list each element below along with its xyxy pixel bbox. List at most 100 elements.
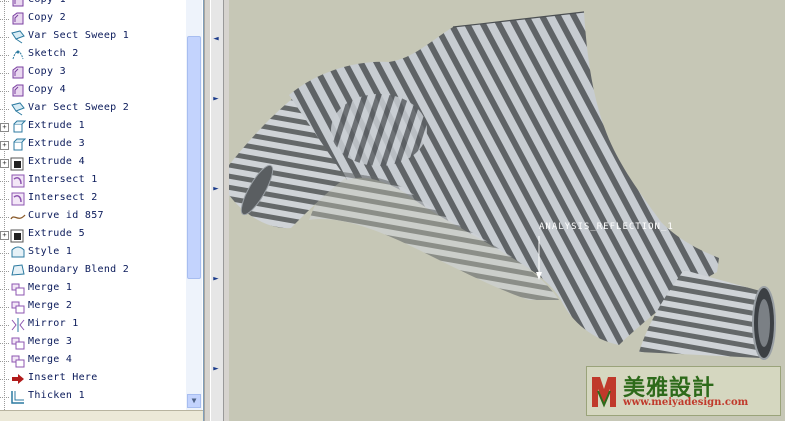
merge-icon — [11, 301, 25, 314]
tree-item-label: Merge 2 — [28, 300, 73, 311]
copy-icon — [12, 12, 24, 25]
tree-item[interactable]: Merge 4 — [0, 352, 186, 370]
tree-item-label: Curve id 857 — [28, 210, 104, 221]
tree-item[interactable]: Merge 2 — [0, 298, 186, 316]
sash-arrow-icon[interactable]: ► — [209, 362, 223, 376]
merge-icon — [11, 283, 25, 296]
expand-toggle-icon[interactable]: + — [0, 123, 9, 132]
tree-item-label: Copy 2 — [28, 12, 66, 23]
expand-toggle-icon[interactable]: + — [0, 159, 9, 168]
tree-item[interactable]: Copy 2 — [0, 10, 186, 28]
tree-connector — [0, 100, 10, 118]
tree-item-label: Extrude 4 — [28, 156, 85, 167]
tree-item[interactable]: Var Sect Sweep 1 — [0, 28, 186, 46]
tree-item-label: Copy 1 — [28, 0, 66, 5]
tree-item[interactable]: + Extrude 5 — [0, 226, 186, 244]
thicken-icon — [11, 391, 24, 404]
tree-connector — [0, 208, 10, 226]
expand-toggle-icon[interactable]: + — [0, 141, 9, 150]
tree-connector — [0, 46, 10, 64]
tree-item-label: Extrude 5 — [28, 228, 85, 239]
extrude-icon — [13, 120, 26, 133]
tree-item[interactable]: Sketch 2 — [0, 46, 186, 64]
tree-item[interactable]: Boundary Blend 2 — [0, 262, 186, 280]
tree-item[interactable]: Thicken 1 — [0, 388, 186, 406]
meiya-m-logo-icon — [592, 377, 616, 408]
tree-item[interactable]: Var Sect Sweep 2 — [0, 100, 186, 118]
tree-item-label: Extrude 3 — [28, 138, 85, 149]
panel-sash[interactable]: ◄ ► ► ► ► — [204, 0, 229, 421]
intersect-icon — [11, 192, 25, 206]
tree-connector — [0, 370, 10, 388]
reflection-analysis-label[interactable]: ANALYSIS_REFLECTION_1 — [539, 222, 674, 232]
tree-item-label: Boundary Blend 2 — [28, 264, 130, 275]
tree-item-label: Merge 1 — [28, 282, 73, 293]
tree-connector — [0, 388, 10, 406]
copy-icon — [12, 0, 24, 7]
tree-item[interactable]: Insert Here — [0, 370, 186, 388]
insert-here-arrow-icon — [12, 374, 24, 384]
tree-horizontal-scrollbar[interactable] — [0, 410, 203, 421]
tree-item[interactable]: + Extrude 4 — [0, 154, 186, 172]
tree-item[interactable]: + Extrude 3 — [0, 136, 186, 154]
tree-connector — [0, 352, 10, 370]
extrude-cut-icon — [10, 157, 24, 171]
style-icon — [11, 246, 25, 258]
graphics-viewport[interactable]: ANALYSIS_REFLECTION_1 — [229, 0, 785, 421]
tree-connector — [0, 64, 10, 82]
pipe-surface-model[interactable] — [229, 0, 785, 421]
tree-connector — [0, 190, 10, 208]
tree-item-label: Merge 4 — [28, 354, 73, 365]
tree-connector — [0, 244, 10, 262]
sash-arrow-icon[interactable]: ► — [209, 182, 223, 196]
tree-item[interactable]: Curve id 857 — [0, 208, 186, 226]
tree-item-label: Insert Here — [28, 372, 98, 383]
boundary-blend-icon — [11, 264, 25, 276]
scroll-down-button[interactable]: ▼ — [187, 394, 201, 408]
tree-item[interactable]: + Extrude 1 — [0, 118, 186, 136]
tree-item[interactable]: Copy 1 — [0, 0, 186, 10]
tree-item-label: Merge 3 — [28, 336, 73, 347]
expand-toggle-icon[interactable]: + — [0, 231, 9, 240]
watermark-logo: 美雅設計 www.meiyadesign.com — [586, 366, 781, 416]
curve-icon — [10, 214, 26, 220]
extrude-cut-icon — [10, 229, 24, 243]
tree-item[interactable]: Merge 3 — [0, 334, 186, 352]
model-tree-list: Copy 1 Copy 2 Var Sect Sweep 1 Sketch 2 Copy… — [0, 0, 186, 406]
tree-item[interactable]: Intersect 1 — [0, 172, 186, 190]
tree-connector — [0, 10, 10, 28]
tree-item[interactable]: Copy 4 — [0, 82, 186, 100]
tree-connector — [0, 334, 10, 352]
tree-item-label: Copy 3 — [28, 66, 66, 77]
tree-connector — [0, 0, 10, 10]
mirror-icon — [11, 318, 25, 332]
tree-item[interactable]: Mirror 1 — [0, 316, 186, 334]
tree-item-label: Extrude 1 — [28, 120, 85, 131]
tree-item-label: Var Sect Sweep 2 — [28, 102, 130, 113]
tree-item-label: Var Sect Sweep 1 — [28, 30, 130, 41]
scrollbar-thumb[interactable] — [187, 36, 201, 279]
sweep-icon — [11, 30, 25, 44]
sash-arrow-icon[interactable]: ► — [209, 272, 223, 286]
tree-item[interactable]: Merge 1 — [0, 280, 186, 298]
sash-arrow-icon[interactable]: ◄ — [209, 32, 223, 46]
tree-item[interactable]: Style 1 — [0, 244, 186, 262]
merge-icon — [11, 355, 25, 368]
tree-connector — [0, 262, 10, 280]
sweep-icon — [11, 102, 25, 116]
watermark-url: www.meiyadesign.com — [623, 397, 749, 408]
tree-vertical-scrollbar[interactable]: ▼ — [186, 0, 202, 410]
sash-strip[interactable] — [210, 0, 224, 421]
swirl-reflection-region — [331, 94, 427, 166]
tree-item[interactable]: Intersect 2 — [0, 190, 186, 208]
extrude-icon — [13, 138, 26, 151]
sash-arrow-icon[interactable]: ► — [209, 92, 223, 106]
model-tree-panel: Copy 1 Copy 2 Var Sect Sweep 1 Sketch 2 Copy… — [0, 0, 204, 421]
tree-item[interactable]: Copy 3 — [0, 64, 186, 82]
sketch-icon — [12, 50, 24, 60]
intersect-icon — [11, 174, 25, 188]
tree-item-label: Intersect 1 — [28, 174, 98, 185]
tree-connector — [0, 280, 10, 298]
merge-icon — [11, 337, 25, 350]
tree-connector — [0, 82, 10, 100]
